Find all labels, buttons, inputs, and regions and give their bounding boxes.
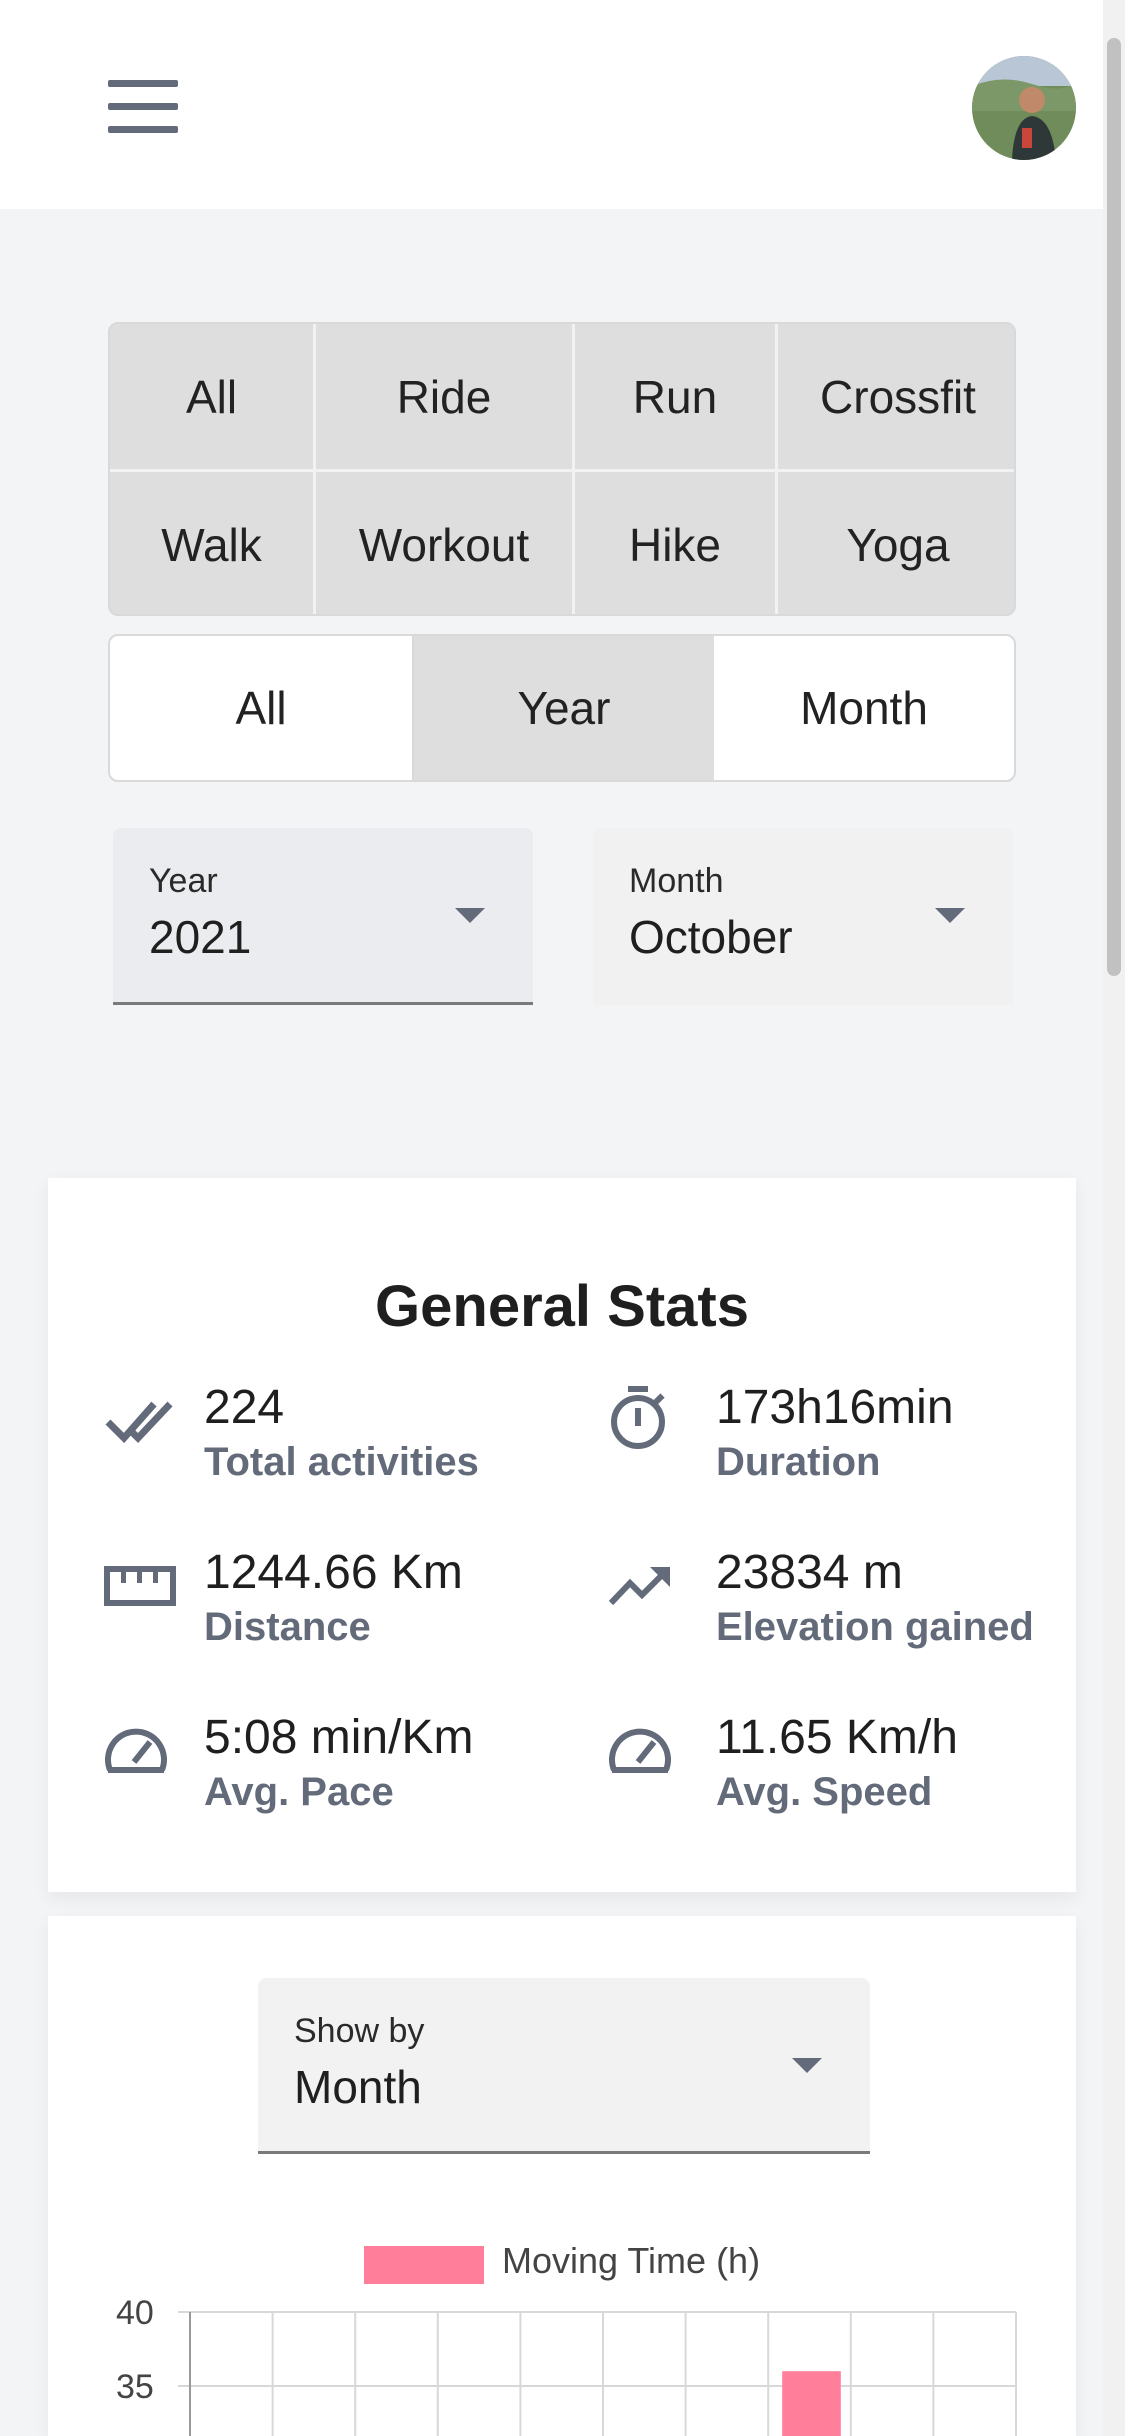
chart-area — [178, 2311, 1017, 2436]
chart-bar[interactable] — [782, 2371, 841, 2436]
